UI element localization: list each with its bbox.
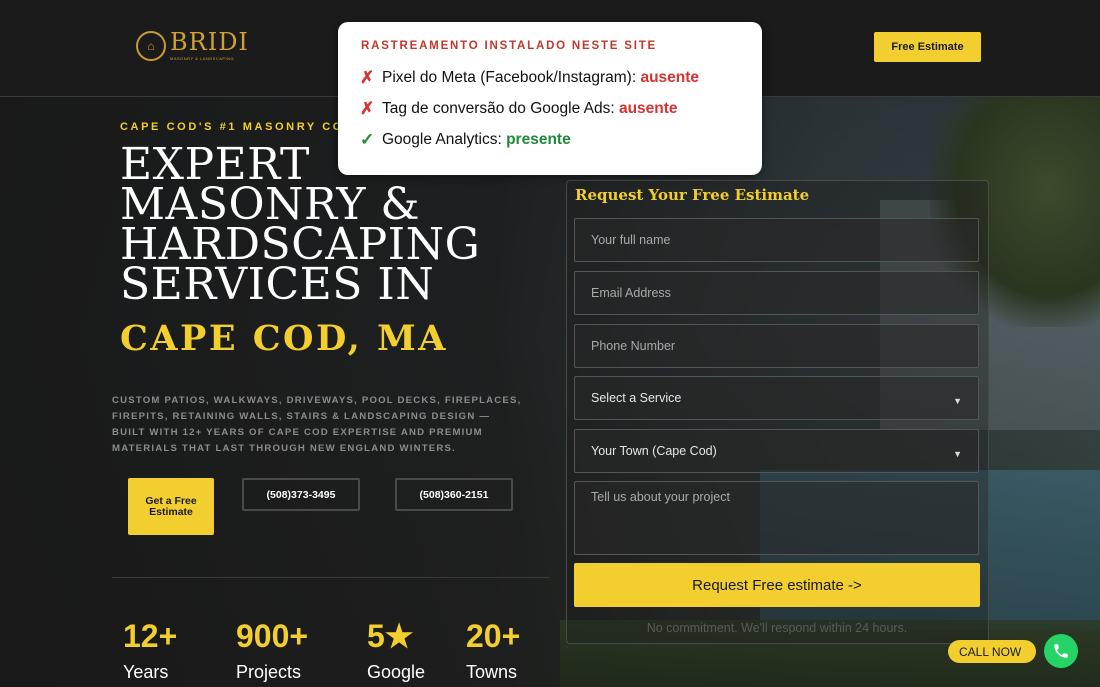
submit-estimate-button[interactable]: Request Free estimate -> [574, 563, 980, 607]
tracking-item-google-analytics: ✓ Google Analytics: presente [360, 130, 571, 150]
town-select-value: Your Town (Cape Cod) [591, 444, 717, 458]
phone-icon [1054, 644, 1068, 658]
name-input[interactable] [574, 218, 979, 262]
overlay-title: RASTREAMENTO INSTALADO NESTE SITE [361, 40, 658, 52]
stat-label: Years [123, 662, 169, 682]
tracking-status: ausente [618, 100, 678, 117]
stat-google: 5★ Google [367, 618, 425, 683]
stat-label: Projects [236, 662, 302, 682]
service-select[interactable]: Select a Service ▼ [574, 376, 979, 420]
check-icon: ✓ [360, 130, 375, 149]
stat-towns: 20+ Towns [466, 618, 520, 683]
tracking-item-label: Pixel do Meta (Facebook/Instagram): [382, 69, 641, 86]
town-select[interactable]: Your Town (Cape Cod) ▼ [574, 429, 979, 473]
hero-lead-text: CUSTOM PATIOS, WALKWAYS, DRIVEWAYS, POOL… [112, 394, 522, 454]
cross-icon: ✗ [360, 99, 375, 118]
call-now-button[interactable]: CALL NOW [948, 640, 1036, 663]
tracking-overlay-card: RASTREAMENTO INSTALADO NESTE SITE ✗ Pixe… [338, 22, 762, 175]
get-free-estimate-button[interactable]: Get a Free Estimate [128, 478, 214, 535]
stat-label: Towns [466, 662, 518, 682]
hero-title-accent: CAPE COD, MA [120, 318, 448, 359]
phone-call-fab[interactable] [1044, 634, 1078, 668]
house-logo-icon: ⌂ [136, 30, 166, 61]
header-free-estimate-button[interactable]: Free Estimate [874, 32, 981, 62]
project-message-textarea[interactable] [574, 481, 979, 555]
tracking-item-meta-pixel: ✗ Pixel do Meta (Facebook/Instagram): au… [360, 68, 699, 88]
chevron-down-icon: ▼ [953, 396, 962, 406]
phone-button-1[interactable]: (508)373-3495 [242, 478, 360, 511]
hero-eyebrow: CAPE COD'S #1 MASONRY CONT [120, 121, 364, 133]
form-title: Request Your Free Estimate [575, 186, 810, 204]
service-select-value: Select a Service [591, 391, 682, 405]
logo-wordmark: BRIDI MASONRY & LANDSCAPING [170, 30, 249, 61]
tracking-status: ausente [640, 69, 700, 86]
logo-text: BRIDI [170, 28, 249, 56]
stats-divider [112, 577, 550, 578]
email-input[interactable] [574, 271, 979, 315]
chevron-down-icon: ▼ [953, 449, 962, 459]
stat-years: 12+ Years [123, 618, 177, 683]
cross-icon: ✗ [360, 68, 375, 87]
form-note: No commitment. We'll respond within 24 h… [646, 621, 908, 635]
stat-projects: 900+ Projects [236, 618, 308, 683]
phone-button-2[interactable]: (508)360-2151 [395, 478, 513, 511]
logo-subtext: MASONRY & LANDSCAPING [170, 56, 235, 61]
tracking-item-label: Tag de conversão do Google Ads: [382, 100, 619, 117]
tracking-item-google-ads: ✗ Tag de conversão do Google Ads: ausent… [360, 99, 678, 119]
stat-label: Google [367, 662, 426, 682]
stat-number: 20+ [466, 618, 521, 654]
logo[interactable]: ⌂ BRIDI MASONRY & LANDSCAPING [136, 30, 249, 61]
stat-number: 5★ [367, 618, 414, 654]
tracking-status: presente [506, 131, 571, 148]
tracking-item-label: Google Analytics: [382, 131, 507, 148]
phone-input[interactable] [574, 324, 979, 368]
stat-number: 900+ [236, 618, 309, 654]
hero-title-line: SERVICES IN [120, 259, 435, 310]
stat-number: 12+ [123, 618, 178, 654]
